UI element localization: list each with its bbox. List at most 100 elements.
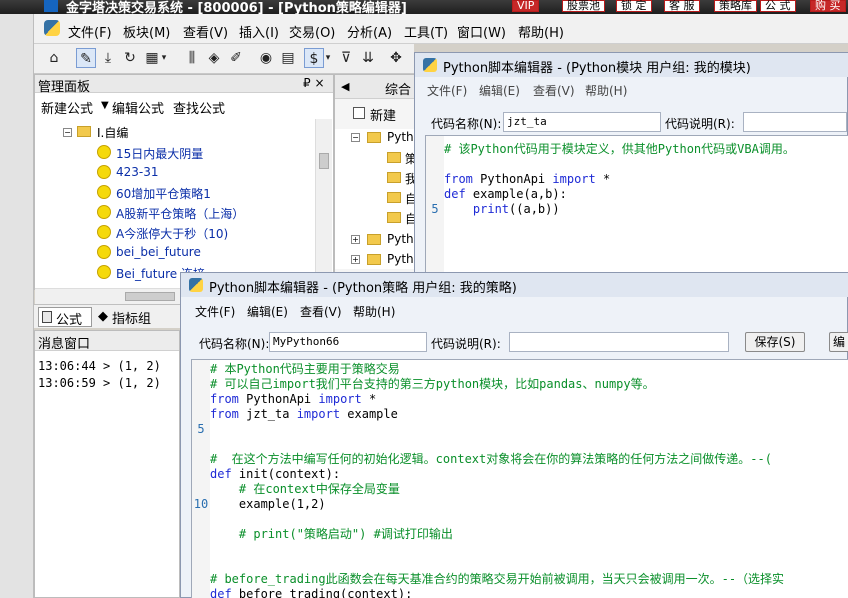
smiley-icon xyxy=(97,265,111,279)
new-strategy-bar: 新建 xyxy=(335,103,423,125)
edit-button[interactable]: 编 xyxy=(829,332,848,352)
message-window-header: 消息窗口 xyxy=(35,331,179,352)
chevron-down-icon[interactable]: ▼ xyxy=(101,100,109,111)
formula-item[interactable]: A今涨停大于秒（10) xyxy=(35,223,315,243)
code-name-input[interactable]: MyPython66 xyxy=(269,332,427,352)
code-line: # print("策略启动") #调试打印输出 xyxy=(210,527,453,541)
chevron-down-icon[interactable]: ▾ xyxy=(158,48,170,68)
chevron-left-icon[interactable]: ◀ xyxy=(341,80,349,93)
move-icon[interactable]: ✥ xyxy=(386,48,406,68)
app-logo-icon xyxy=(44,0,58,12)
line-number: 5 xyxy=(431,202,439,216)
menu-view[interactable]: 查看(V) xyxy=(533,82,575,99)
line-gutter xyxy=(192,360,210,598)
edit-formula-button[interactable]: 编辑公式 xyxy=(112,98,164,117)
menu-analysis[interactable]: 分析(A) xyxy=(347,22,392,41)
python-logo-icon xyxy=(44,20,60,36)
scroll-thumb[interactable] xyxy=(319,153,329,169)
vertical-scrollbar[interactable] xyxy=(315,119,332,289)
menu-window[interactable]: 窗口(W) xyxy=(457,22,506,41)
menu-file[interactable]: 文件(F) xyxy=(195,303,235,320)
formula-name: A股新平仓策略（上海） xyxy=(116,207,245,221)
code-desc-input[interactable] xyxy=(509,332,729,352)
smiley-icon xyxy=(97,225,111,239)
code-line: print((a,b)) xyxy=(472,202,560,216)
code-editor[interactable]: # 本Python代码主要用于策略交易 # 可以自己import我们平台支持的第… xyxy=(191,359,848,598)
message-line: 13:06:44 > (1, 2) xyxy=(38,359,161,373)
menu-trade[interactable]: 交易(O) xyxy=(289,22,335,41)
code-desc-input[interactable] xyxy=(743,112,847,132)
chevron-down-icon[interactable]: ▾ xyxy=(322,48,334,68)
app-title-bar: 金字塔决策交易系统 - [800006] - [Python策略编辑器] VIP… xyxy=(0,0,848,14)
document-icon[interactable]: ▤ xyxy=(278,48,298,68)
code-editor[interactable]: # 该Python代码用于模块定义，供其他Python代码或VBA调用。 fro… xyxy=(425,135,848,281)
smiley-icon xyxy=(97,165,111,179)
python-logo-icon xyxy=(189,278,203,292)
menu-view[interactable]: 查看(V) xyxy=(300,303,342,320)
formula-item[interactable]: 15日内最大阴量 xyxy=(35,143,315,163)
smiley-icon xyxy=(97,205,111,219)
menu-edit[interactable]: 编辑(E) xyxy=(247,303,288,320)
new-formula-button[interactable]: 新建公式 xyxy=(41,98,93,117)
window-title-bar: Python脚本编辑器 - (Python模块 用户组: 我的模块) xyxy=(415,53,848,77)
import-icon[interactable]: ⇊ xyxy=(358,48,378,68)
code-line: # 在这个方法中编写任何的初始化逻辑。context对象将会在你的算法策略的任何… xyxy=(210,452,772,466)
close-icon[interactable]: ₽ × xyxy=(303,76,325,90)
formula-name: bei_bei_future xyxy=(116,245,201,259)
save-button[interactable]: 保存(S) xyxy=(745,332,805,352)
scroll-thumb[interactable] xyxy=(125,292,175,301)
edit-icon[interactable]: ✐ xyxy=(226,48,246,68)
tab-comprehensive[interactable]: 综合 xyxy=(385,79,411,98)
tree-group[interactable]: − I.自编 xyxy=(35,123,315,143)
tab-indicator-group[interactable]: ◆ 指标组 xyxy=(94,307,158,327)
download-icon[interactable]: ⤓ xyxy=(98,48,118,68)
expand-icon[interactable]: + xyxy=(351,235,360,244)
code-info-fields: 代码名称(N): MyPython66 代码说明(R): 保存(S) 编 xyxy=(181,329,848,357)
service-button[interactable]: 客 服 xyxy=(664,0,700,12)
lock-button[interactable]: 锁 定 xyxy=(616,0,652,12)
formula-item[interactable]: A股新平仓策略（上海） xyxy=(35,203,315,223)
menu-sector[interactable]: 板块(M) xyxy=(123,22,170,41)
filter-icon[interactable]: ⊽ xyxy=(336,48,356,68)
menu-file[interactable]: 文件(F) xyxy=(427,82,467,99)
window-title: Python脚本编辑器 - (Python策略 用户组: 我的策略) xyxy=(209,281,517,296)
vip-button[interactable]: VIP xyxy=(512,0,540,12)
menu-file[interactable]: 文件(F) xyxy=(68,22,112,41)
formula-name: 60增加平仓策略1 xyxy=(116,187,211,201)
formula-name: 15日内最大阴量 xyxy=(116,147,204,161)
collapse-icon[interactable]: − xyxy=(63,128,72,137)
collapse-icon[interactable]: − xyxy=(351,133,360,142)
menu-insert[interactable]: 插入(I) xyxy=(239,22,279,41)
dollar-icon[interactable]: $ xyxy=(304,48,324,68)
menu-tools[interactable]: 工具(T) xyxy=(404,22,448,41)
menu-edit[interactable]: 编辑(E) xyxy=(479,82,520,99)
menu-view[interactable]: 查看(V) xyxy=(183,22,228,41)
menu-help[interactable]: 帮助(H) xyxy=(518,22,564,41)
strategy-library-button[interactable]: 策略库 xyxy=(714,0,757,12)
buy-button[interactable]: 购 买 xyxy=(810,0,846,12)
formula-item[interactable]: 60增加平仓策略1 xyxy=(35,183,315,203)
formula-button[interactable]: 公 式 xyxy=(760,0,796,12)
formula-icon xyxy=(42,311,52,323)
home-icon[interactable]: ⌂ xyxy=(44,48,64,68)
diamond-icon[interactable]: ◈ xyxy=(204,48,224,68)
stock-pool-button[interactable]: 股票池 xyxy=(562,0,605,12)
formula-item[interactable]: 423-31 xyxy=(35,163,315,183)
find-formula-button[interactable]: 查找公式 xyxy=(173,98,225,117)
menu-help[interactable]: 帮助(H) xyxy=(353,303,395,320)
folder-icon xyxy=(387,212,401,223)
bar-chart-icon[interactable]: ⫼ xyxy=(182,48,202,68)
code-info-fields: 代码名称(N): jzt_ta 代码说明(R): xyxy=(415,109,848,135)
pencil-icon[interactable]: ✎ xyxy=(76,48,96,68)
code-line: from jzt_ta import example xyxy=(210,407,398,421)
circle-play-icon[interactable]: ◉ xyxy=(256,48,276,68)
strategy-tree-panel: ◀ 综合 新建 − Pytho 策 我 自 自 + Pytho + Pytho xyxy=(334,74,424,274)
formula-item[interactable]: bei_bei_future xyxy=(35,243,315,263)
formula-actions: 新建公式 ▼ 编辑公式 查找公式 xyxy=(35,93,333,119)
refresh-icon[interactable]: ↻ xyxy=(120,48,140,68)
expand-icon[interactable]: + xyxy=(351,255,360,264)
new-strategy-button[interactable]: 新建 xyxy=(370,105,396,124)
tab-formula[interactable]: 公式 xyxy=(38,307,92,328)
code-name-input[interactable]: jzt_ta xyxy=(503,112,661,132)
menu-help[interactable]: 帮助(H) xyxy=(585,82,627,99)
